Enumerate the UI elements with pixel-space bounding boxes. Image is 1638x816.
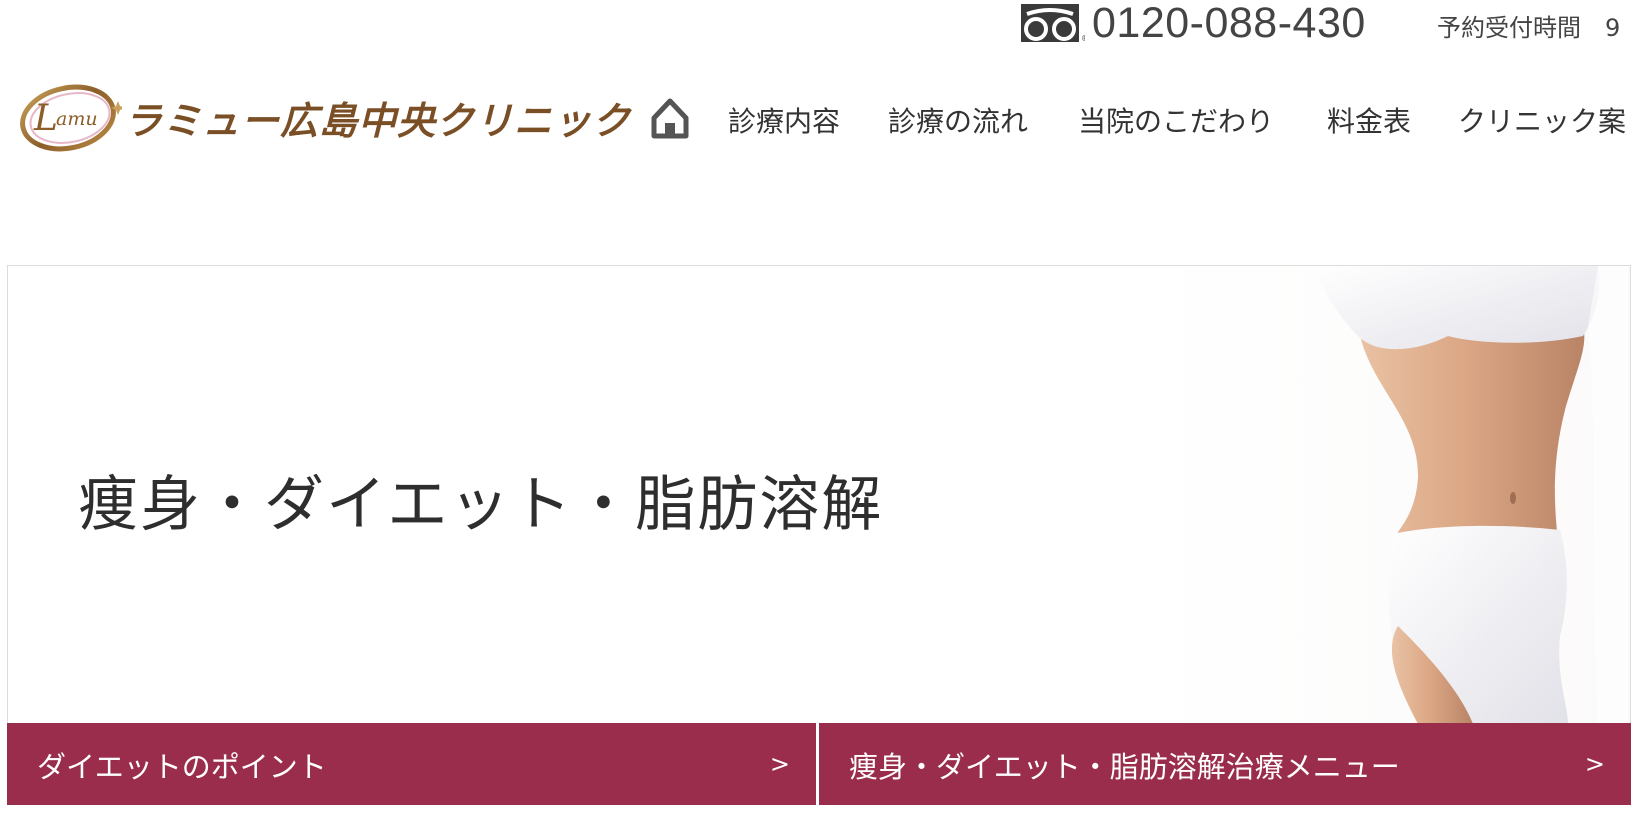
reservation-hours: 予約受付時間 9: [1437, 14, 1621, 42]
hero-body-image: [1313, 266, 1628, 723]
diet-points-label: ダイエットのポイント: [37, 750, 327, 784]
phone-number[interactable]: 0120-088-430: [1092, 0, 1366, 48]
top-bar: ® 0120-088-430 予約受付時間 9: [0, 0, 1638, 48]
home-icon: [651, 98, 689, 139]
nav-item-treatments[interactable]: 診療内容: [728, 100, 840, 140]
svg-text:L: L: [33, 98, 58, 139]
clinic-logo[interactable]: L amu ラミュー広島中央クリニック: [18, 78, 630, 156]
hero-banner: 痩身・ダイエット・脂肪溶解: [7, 265, 1631, 723]
chevron-right-icon: >: [1584, 750, 1605, 778]
nav-item-commitment[interactable]: 当院のこだわり: [1078, 100, 1274, 140]
page-title: 痩身・ダイエット・脂肪溶解: [78, 470, 884, 540]
freedial-icon: ®: [1021, 4, 1085, 42]
logo-text: ラミュー広島中央クリニック: [124, 98, 632, 143]
svg-text:®: ®: [1081, 34, 1085, 42]
nav-item-flow[interactable]: 診療の流れ: [888, 100, 1028, 140]
chevron-right-icon: >: [769, 750, 790, 778]
svg-text:amu: amu: [56, 108, 98, 130]
nav-item-clinic-info[interactable]: クリニック案: [1458, 100, 1626, 140]
nav-item-price-list[interactable]: 料金表: [1327, 100, 1411, 140]
treatment-menu-button[interactable]: 痩身・ダイエット・脂肪溶解治療メニュー >: [819, 723, 1631, 805]
logo-emblem-icon: L amu: [20, 84, 122, 152]
diet-points-button[interactable]: ダイエットのポイント >: [7, 723, 816, 805]
treatment-menu-label: 痩身・ダイエット・脂肪溶解治療メニュー: [849, 750, 1400, 784]
nav-home[interactable]: [650, 96, 690, 140]
sub-navigation: ダイエットのポイント > 痩身・ダイエット・脂肪溶解治療メニュー >: [7, 723, 1631, 805]
